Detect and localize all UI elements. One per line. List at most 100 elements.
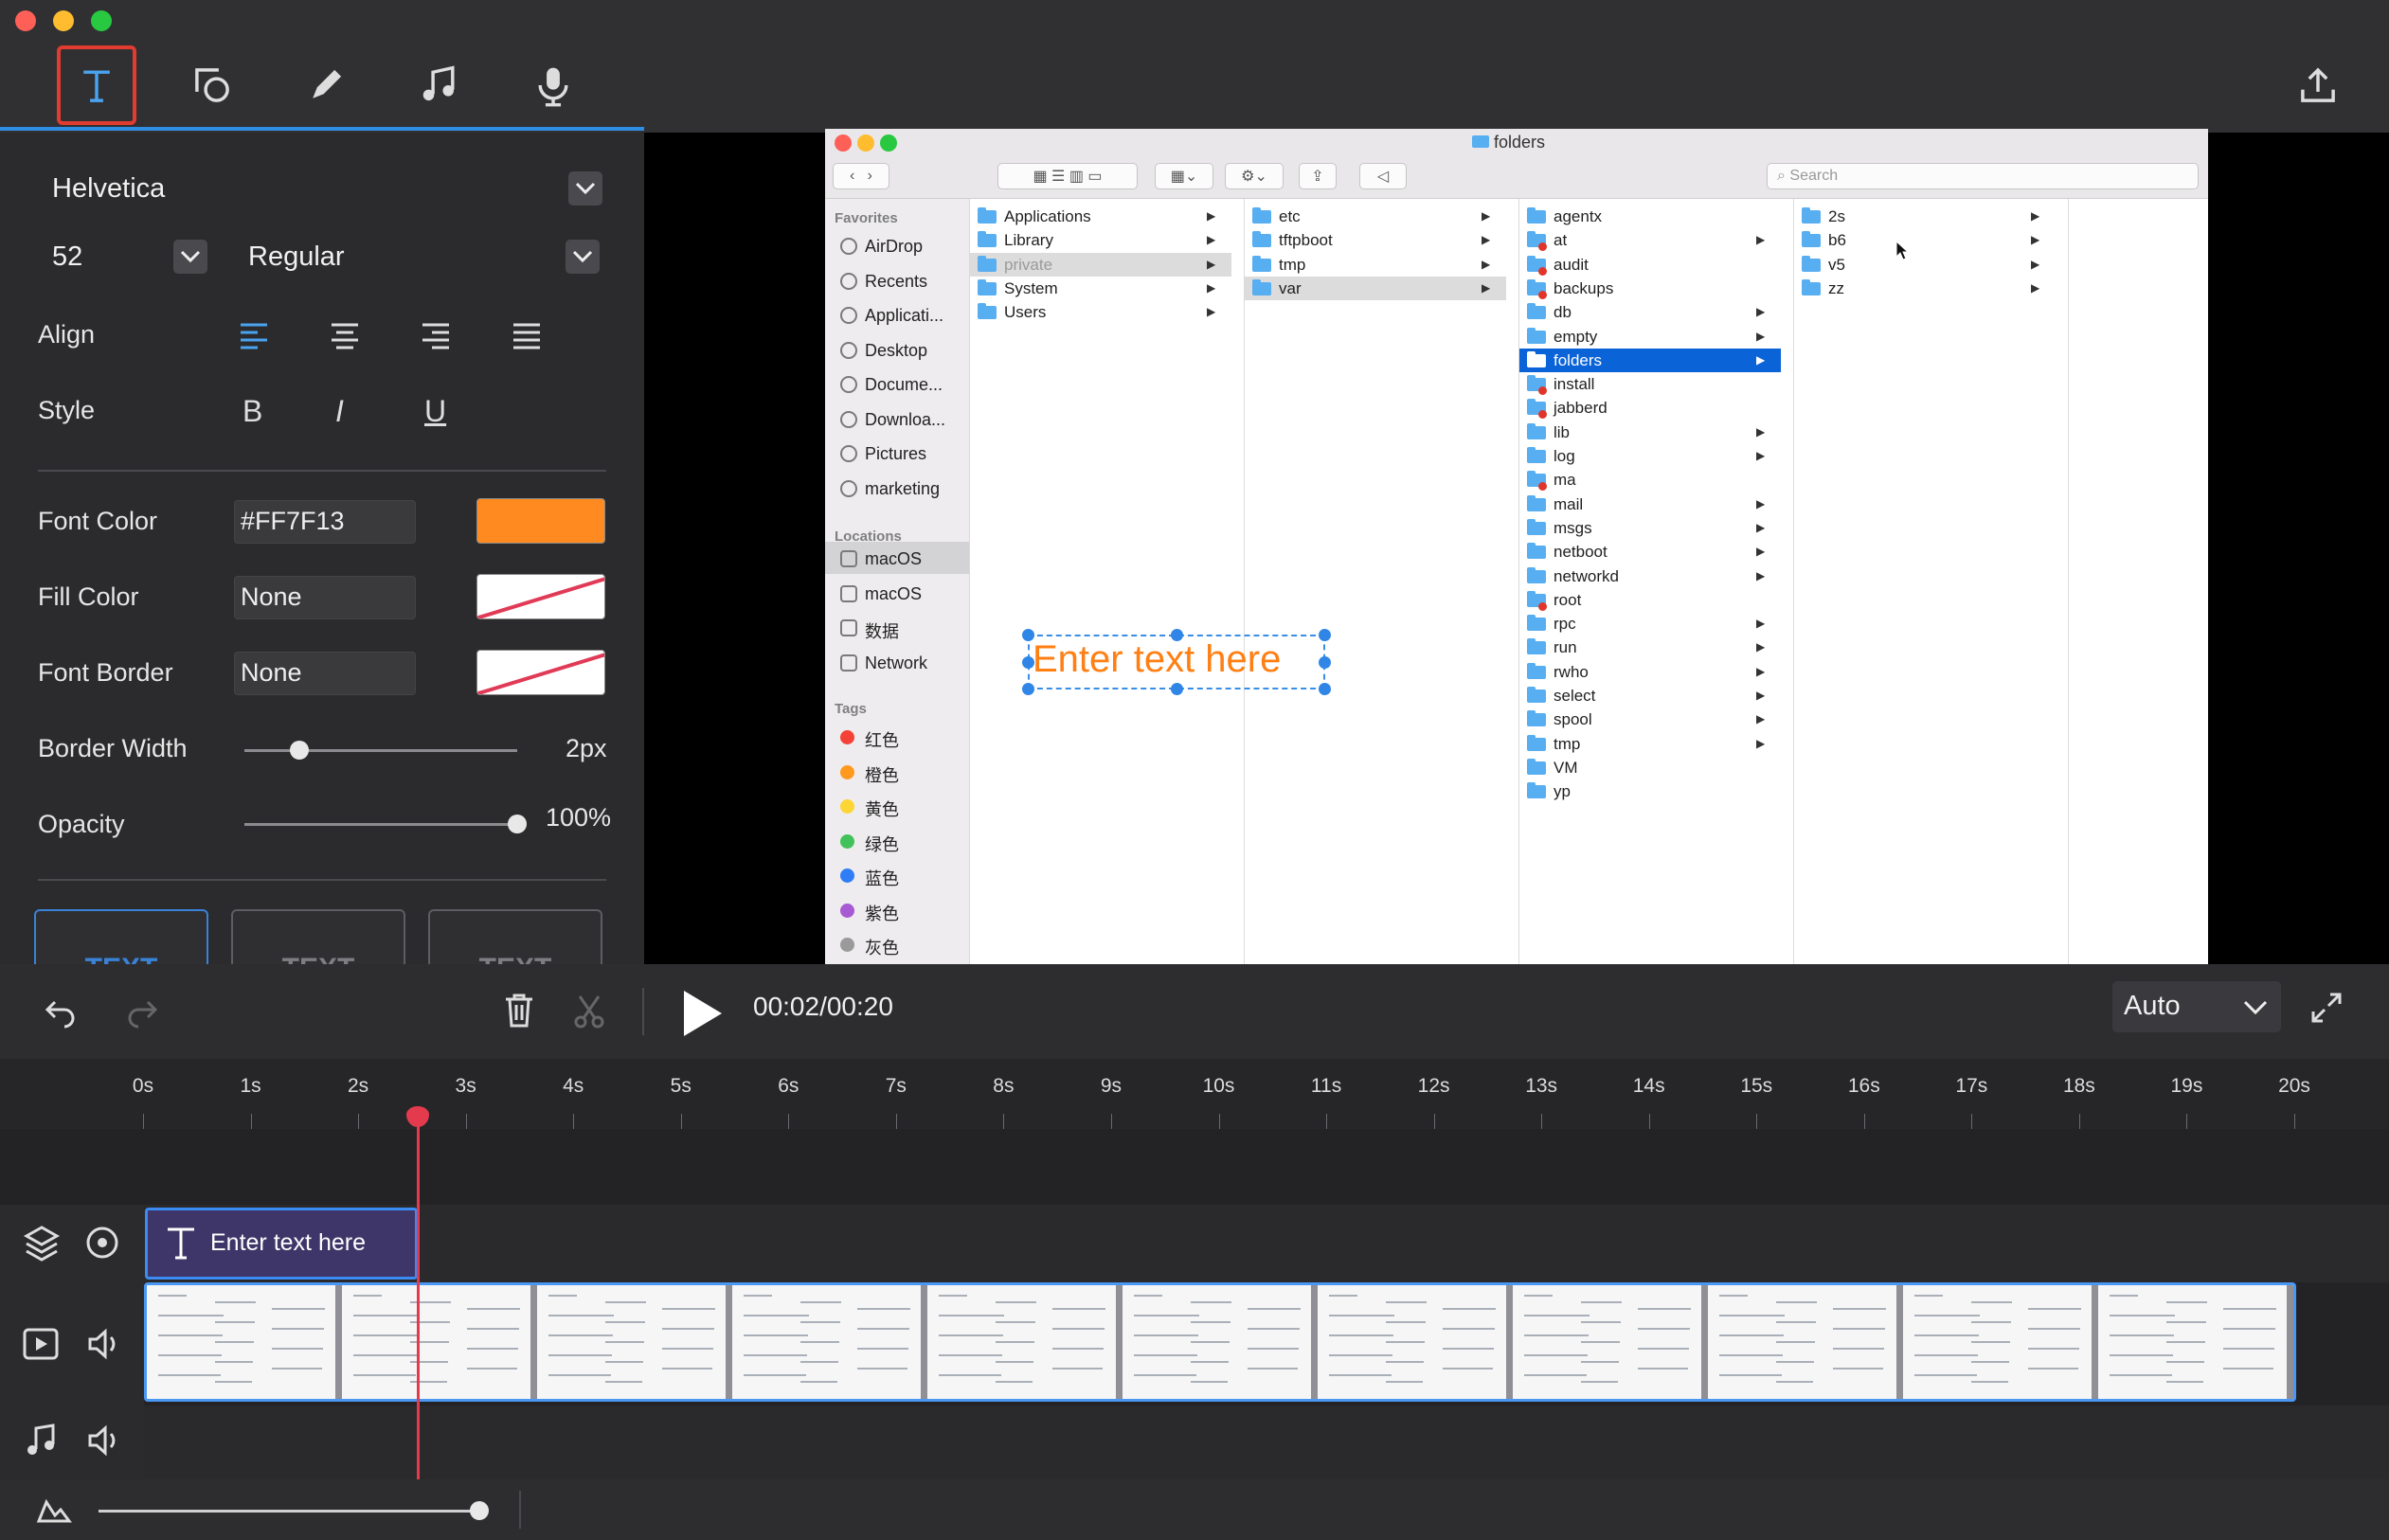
finder-minimize [857,134,874,152]
font-family-select[interactable]: Helvetica [52,173,165,205]
finder-row: tftpboot ▶ [1245,228,1506,252]
finder-row: root [1519,588,1781,612]
align-label: Align [38,320,96,349]
thumbnail-line [2166,1381,2203,1383]
align-left-icon[interactable] [239,322,269,350]
finder-row: mail ▶ [1519,492,1781,516]
zoom-select[interactable]: Auto [2112,981,2281,1032]
pen-tool-button[interactable] [286,45,366,125]
text-clip[interactable]: Enter text here [145,1208,418,1280]
thumbnail-line [353,1354,417,1356]
opacity-slider-knob[interactable] [508,815,527,833]
finder-column-4: 2s ▶ b6 ▶ v5 ▶ zz ▶ [1794,199,2069,964]
align-justify-icon[interactable] [512,322,542,350]
font-color-swatch[interactable] [476,498,605,544]
sidebar-item-icon [840,445,857,462]
resize-handle[interactable] [1022,683,1034,695]
playhead[interactable] [416,1114,420,1479]
close-window-button[interactable] [15,10,36,31]
thumbnail-line [1191,1381,1228,1383]
timeline-tick-label: 18s [2062,1075,2095,1097]
chevron-right-icon: ▶ [1482,233,1491,247]
font-weight-dropdown-button[interactable] [566,240,600,274]
thumbnail-line [1971,1361,2009,1363]
finder-row-label: mail [1554,494,1584,513]
video-clip[interactable] [144,1282,2296,1402]
timeline-tick-label: 20s [2278,1075,2310,1097]
sidebar-item-label: marketing [865,478,941,498]
folder-icon [1527,518,1546,535]
thumbnail-line [857,1348,908,1350]
redo-button[interactable] [123,993,161,1035]
font-size-select[interactable]: 52 [52,242,82,273]
video-icon[interactable] [23,1328,59,1360]
layers-icon[interactable] [23,1224,61,1262]
folder-icon [1527,638,1546,655]
shape-tool-button[interactable] [172,45,252,125]
border-width-slider[interactable] [244,749,517,752]
speaker-icon[interactable] [87,1328,121,1360]
font-border-field[interactable]: None [234,652,416,695]
align-center-icon[interactable] [330,322,360,350]
font-weight-select[interactable]: Regular [248,242,345,273]
border-width-slider-knob[interactable] [289,741,309,760]
font-size-dropdown-button[interactable] [173,240,207,274]
thumbnail-line [800,1341,839,1343]
waveform-icon[interactable] [36,1495,72,1525]
minimize-window-button[interactable] [53,10,74,31]
resize-handle[interactable] [1319,683,1331,695]
fullscreen-icon[interactable] [2309,991,2344,1025]
thumbnail-line [272,1368,322,1370]
thumbnail-line [1638,1368,1688,1370]
chevron-right-icon: ▶ [1756,496,1766,510]
folder-icon [1527,494,1546,511]
resize-handle[interactable] [1319,656,1331,669]
zoom-window-button[interactable] [91,10,112,31]
thumbnail-line [1386,1381,1423,1383]
thumbnail-line [1638,1308,1691,1310]
font-color-field[interactable]: #FF7F13 [234,500,416,544]
playhead-handle[interactable] [405,1106,429,1127]
font-family-dropdown-button[interactable] [568,171,602,206]
chevron-right-icon: ▶ [1756,520,1766,534]
thumbnail-line [1833,1348,1884,1350]
thumbnail-line [1443,1308,1496,1310]
timeline-zoom-slider[interactable] [99,1510,479,1513]
resize-handle[interactable] [1171,683,1183,695]
resize-handle[interactable] [1319,629,1331,641]
delete-button[interactable] [500,991,538,1033]
finder-row: VM [1519,756,1781,779]
eye-icon[interactable] [85,1226,119,1260]
tag-color-dot [840,730,854,744]
underline-button[interactable]: U [424,394,446,429]
italic-button[interactable]: I [335,394,344,429]
finder-row-label: v5 [1828,255,1845,274]
finder-row: at ▶ [1519,228,1781,252]
thumbnail-line [353,1374,416,1376]
play-button[interactable] [680,989,724,1038]
music-tool-button[interactable] [400,45,479,125]
speaker-icon[interactable] [87,1424,121,1457]
folder-icon [1802,255,1821,272]
opacity-slider[interactable] [244,823,517,826]
folder-icon [1527,566,1546,583]
overlay-text[interactable]: Enter text here [1033,638,1281,681]
microphone-tool-button[interactable] [513,45,593,125]
thumbnail-line [857,1308,910,1310]
cut-button[interactable] [570,993,608,1035]
align-right-icon[interactable] [421,322,451,350]
thumbnail-line [2110,1374,2172,1376]
thumbnail-line [1833,1368,1883,1370]
folder-icon [978,278,997,295]
fill-color-field[interactable]: None [234,576,416,619]
font-border-swatch[interactable] [476,650,605,695]
text-clip-label: Enter text here [210,1229,366,1256]
fill-color-swatch[interactable] [476,574,605,619]
timeline-zoom-slider-knob[interactable] [470,1501,489,1520]
undo-button[interactable] [42,993,80,1035]
bold-button[interactable]: B [242,394,262,429]
folder-icon [1527,447,1546,463]
text-tool-button[interactable] [57,45,136,125]
export-button[interactable] [2278,45,2358,125]
music-note-icon[interactable] [25,1423,59,1457]
